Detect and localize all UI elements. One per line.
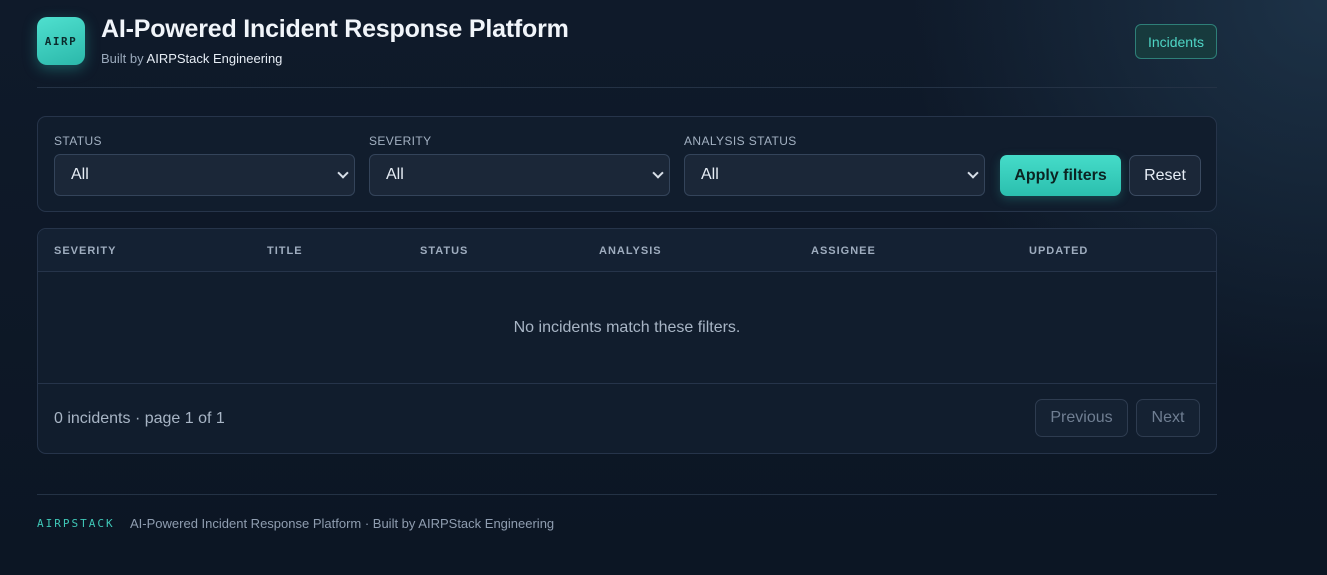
incidents-table: SEVERITY TITLE STATUS ANALYSIS ASSIGNEE … [37,228,1217,454]
table-footer: 0 incidents · page 1 of 1 Previous Next [38,385,1216,453]
page: AIRP AI-Powered Incident Response Platfo… [37,0,1217,531]
table-header: SEVERITY TITLE STATUS ANALYSIS ASSIGNEE … [38,229,1216,272]
status-filter: STATUS All [54,134,355,196]
nav-incidents-button[interactable]: Incidents [1134,24,1217,59]
chevron-down-icon [652,167,664,179]
severity-filter: SEVERITY All [369,134,670,196]
severity-select-value: All [386,166,404,183]
subtitle-prefix: Built by [101,51,144,66]
analysis-filter-label: ANALYSIS STATUS [684,134,797,148]
column-header-severity[interactable]: SEVERITY [54,245,116,257]
severity-filter-label: SEVERITY [369,134,432,148]
footer-divider [37,494,1217,495]
subtitle-org: AIRPStack Engineering [146,51,283,66]
analysis-select-value: All [701,166,719,183]
footer-text: AI-Powered Incident Response Platform · … [130,516,555,531]
reset-button[interactable]: Reset [1129,155,1201,196]
app-logo: AIRP [37,17,85,65]
status-select[interactable]: All [54,154,355,196]
analysis-filter: ANALYSIS STATUS All [684,134,985,196]
pagination-summary: 0 incidents · page 1 of 1 [54,410,225,427]
page-title: AI-Powered Incident Response Platform [101,15,569,43]
filter-panel: STATUS All SEVERITY All ANALYSIS STATUS … [37,116,1217,212]
footer-brand: AIRPSTACK [37,517,115,530]
app-header: AIRP AI-Powered Incident Response Platfo… [37,0,1217,88]
column-header-status[interactable]: STATUS [420,245,468,257]
column-header-title[interactable]: TITLE [267,245,303,257]
analysis-select[interactable]: All [684,154,985,196]
apply-filters-button[interactable]: Apply filters [1000,155,1121,196]
chevron-down-icon [337,167,349,179]
app-subtitle: Built by AIRPStack Engineering [101,51,282,66]
empty-state: No incidents match these filters. [38,272,1216,384]
status-filter-label: STATUS [54,134,102,148]
next-page-button[interactable]: Next [1136,399,1200,437]
previous-page-button[interactable]: Previous [1035,399,1128,437]
column-header-updated[interactable]: UPDATED [1029,245,1088,257]
column-header-assignee[interactable]: ASSIGNEE [811,245,876,257]
severity-select[interactable]: All [369,154,670,196]
chevron-down-icon [967,167,979,179]
column-header-analysis[interactable]: ANALYSIS [599,245,662,257]
status-select-value: All [71,166,89,183]
